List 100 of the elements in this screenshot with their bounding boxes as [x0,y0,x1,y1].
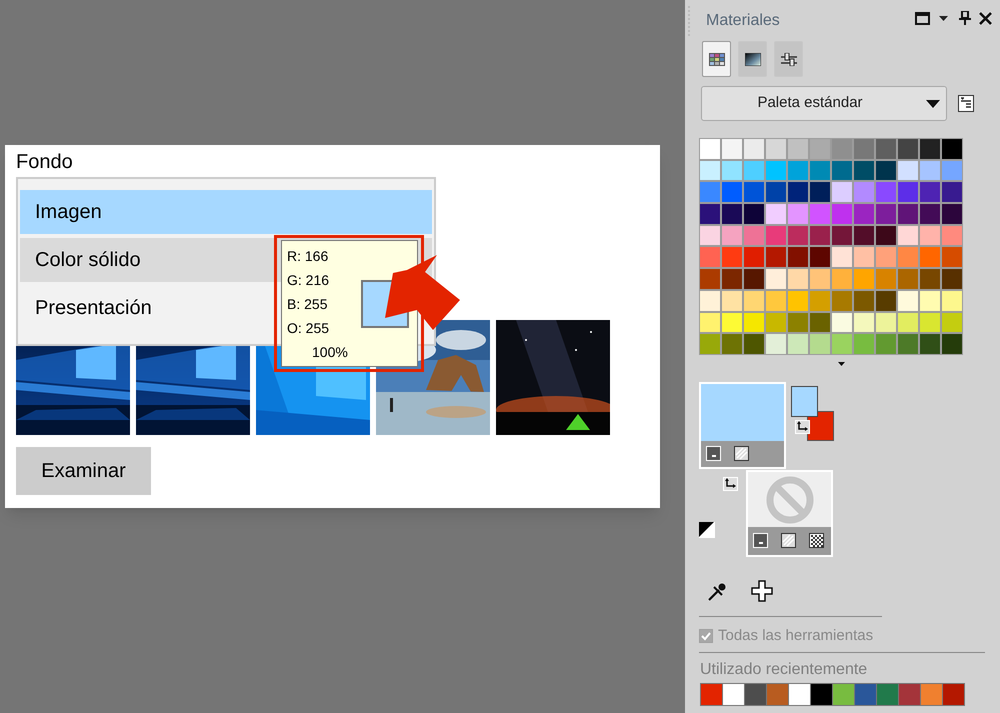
palette-swatch[interactable] [744,226,764,246]
palette-swatch[interactable] [854,226,874,246]
palette-swatch[interactable] [920,182,940,202]
dropdown-item[interactable]: Imagen [20,190,432,234]
palette-swatch[interactable] [876,334,896,354]
palette-swatch[interactable] [920,226,940,246]
recent-color-swatch[interactable] [921,684,942,705]
style-icon[interactable] [706,446,721,461]
palette-swatch[interactable] [854,160,874,180]
palette-swatch[interactable] [766,247,786,268]
palette-swatch[interactable] [810,204,830,224]
palette-swatch[interactable] [920,204,940,224]
foreground-color-swatch[interactable] [791,386,818,417]
caret-icon[interactable] [939,16,948,22]
palette-swatch[interactable] [810,160,830,180]
swap-icon[interactable] [795,420,810,434]
palette-swatch[interactable] [942,247,962,268]
palette-swatch[interactable] [942,139,962,159]
recent-color-swatch[interactable] [745,684,766,705]
palette-swatch[interactable] [898,312,918,332]
recent-color-swatch[interactable] [943,684,964,705]
palette-swatch[interactable] [788,226,808,246]
palette-swatch[interactable] [898,334,918,354]
plus-icon[interactable] [751,580,773,602]
foreground-swatch[interactable] [699,382,786,469]
palette-swatch[interactable] [942,226,962,246]
palette-swatch[interactable] [700,334,720,354]
palette-swatch[interactable] [766,182,786,202]
palette-swatch[interactable] [854,204,874,224]
caret-icon[interactable] [838,362,845,366]
palette-swatch[interactable] [920,247,940,268]
palette-swatch[interactable] [832,247,852,268]
palette-swatch[interactable] [876,182,896,202]
palette-swatch[interactable] [722,160,742,180]
palette-swatch[interactable] [832,139,852,159]
palette-swatch[interactable] [788,139,808,159]
recent-color-swatch[interactable] [899,684,920,705]
palette-swatch[interactable] [898,247,918,268]
palette-swatch[interactable] [700,182,720,202]
palette-swatch[interactable] [722,182,742,202]
palette-swatch[interactable] [854,290,874,310]
palette-swatch[interactable] [810,269,830,289]
palette-swatch[interactable] [744,182,764,202]
recent-color-swatch[interactable] [789,684,810,705]
gradient-icon[interactable] [781,533,796,548]
palette-swatch[interactable] [942,182,962,202]
swap-icon[interactable] [723,477,739,493]
tab[interactable] [738,41,767,77]
palette-swatch[interactable] [942,334,962,354]
palette-swatch[interactable] [854,182,874,202]
palette-swatch[interactable] [920,334,940,354]
gradient-icon[interactable] [734,446,749,461]
palette-swatch[interactable] [942,160,962,180]
palette-swatch[interactable] [876,204,896,224]
palette-swatch[interactable] [766,204,786,224]
palette-swatch[interactable] [854,312,874,332]
palette-swatch[interactable] [744,312,764,332]
eyedropper-icon[interactable] [707,582,727,602]
palette-swatch[interactable] [700,139,720,159]
palette-swatch[interactable] [876,160,896,180]
reset-colors-icon[interactable] [699,522,715,538]
palette-swatch[interactable] [854,247,874,268]
palette-swatch[interactable] [722,226,742,246]
palette-swatch[interactable] [832,204,852,224]
list-icon[interactable] [958,95,974,112]
palette-swatch[interactable] [766,139,786,159]
palette-swatch[interactable] [942,312,962,332]
palette-swatch[interactable] [832,290,852,310]
palette-swatch[interactable] [722,139,742,159]
tab[interactable] [702,41,731,77]
palette-swatch[interactable] [766,334,786,354]
palette-swatch[interactable] [744,290,764,310]
palette-swatch[interactable] [788,290,808,310]
recent-color-swatch[interactable] [767,684,788,705]
palette-swatch[interactable] [876,269,896,289]
palette-swatch[interactable] [810,312,830,332]
palette-swatch[interactable] [898,226,918,246]
palette-swatch[interactable] [700,204,720,224]
palette-swatch[interactable] [788,334,808,354]
palette-swatch[interactable] [744,334,764,354]
palette-swatch[interactable] [942,204,962,224]
palette-swatch[interactable] [700,269,720,289]
palette-swatch[interactable] [876,247,896,268]
palette-swatch[interactable] [766,290,786,310]
palette-swatch[interactable] [876,290,896,310]
palette-swatch[interactable] [920,269,940,289]
palette-swatch[interactable] [832,269,852,289]
palette-swatch[interactable] [788,204,808,224]
palette-swatch[interactable] [920,160,940,180]
palette-swatch[interactable] [810,247,830,268]
palette-swatch[interactable] [832,160,852,180]
recent-color-swatch[interactable] [855,684,876,705]
palette-swatch[interactable] [876,226,896,246]
palette-swatch[interactable] [722,204,742,224]
palette-swatch[interactable] [920,139,940,159]
palette-swatch[interactable] [898,204,918,224]
palette-swatch[interactable] [722,269,742,289]
palette-swatch[interactable] [766,312,786,332]
palette-swatch[interactable] [744,160,764,180]
palette-swatch[interactable] [898,269,918,289]
